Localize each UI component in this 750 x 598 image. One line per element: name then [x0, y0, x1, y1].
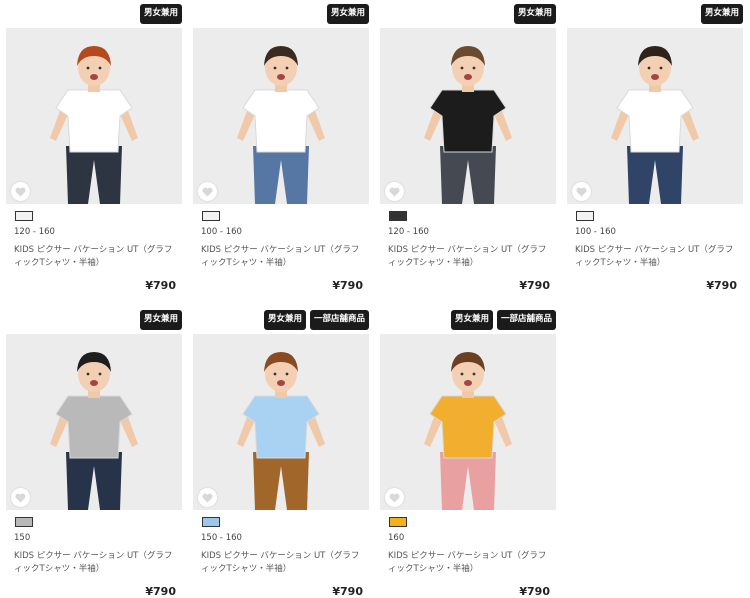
badge-row: 男女兼用	[700, 4, 743, 24]
size-range: 120 - 160	[14, 227, 55, 237]
product-badge: 男女兼用	[139, 310, 182, 330]
product-image[interactable]	[380, 28, 556, 204]
product-image[interactable]	[6, 28, 182, 204]
badge-row: 男女兼用	[139, 310, 182, 330]
child-model-illustration	[6, 28, 182, 204]
color-swatch[interactable]	[202, 211, 220, 221]
child-model-illustration	[193, 334, 369, 510]
product-image[interactable]	[567, 28, 743, 204]
heart-icon	[15, 187, 26, 196]
heart-icon	[15, 493, 26, 502]
product-badge: 男女兼用	[139, 4, 182, 24]
child-model-illustration	[567, 28, 743, 204]
product-badge: 男女兼用	[263, 310, 306, 330]
color-swatch[interactable]	[202, 517, 220, 527]
product-name[interactable]: KIDS ピクサー バケーション UT（グラフィックTシャツ・半袖）	[14, 244, 179, 270]
product-badge: 一部店舗商品	[496, 310, 556, 330]
heart-icon	[576, 187, 587, 196]
product-name[interactable]: KIDS ピクサー バケーション UT（グラフィックTシャツ・半袖）	[201, 244, 366, 270]
size-range: 160	[388, 533, 405, 543]
child-model-illustration	[380, 28, 556, 204]
product-badge: 男女兼用	[513, 4, 556, 24]
product-price: ¥790	[332, 279, 363, 292]
color-swatch[interactable]	[389, 517, 407, 527]
product-price: ¥790	[332, 585, 363, 598]
favorite-button[interactable]	[385, 488, 404, 507]
heart-icon	[202, 187, 213, 196]
size-range: 120 - 160	[388, 227, 429, 237]
badge-row: 男女兼用 一部店舗商品	[263, 310, 369, 330]
color-swatch[interactable]	[576, 211, 594, 221]
favorite-button[interactable]	[385, 182, 404, 201]
size-range: 100 - 160	[201, 227, 242, 237]
product-badge: 一部店舗商品	[309, 310, 369, 330]
size-range: 100 - 160	[575, 227, 616, 237]
product-price: ¥790	[145, 279, 176, 292]
color-swatch[interactable]	[15, 517, 33, 527]
product-name[interactable]: KIDS ピクサー バケーション UT（グラフィックTシャツ・半袖）	[388, 244, 553, 270]
favorite-button[interactable]	[11, 488, 30, 507]
product-name[interactable]: KIDS ピクサー バケーション UT（グラフィックTシャツ・半袖）	[14, 550, 179, 576]
product-name[interactable]: KIDS ピクサー バケーション UT（グラフィックTシャツ・半袖）	[575, 244, 740, 270]
favorite-button[interactable]	[11, 182, 30, 201]
color-swatch[interactable]	[389, 211, 407, 221]
heart-icon	[389, 187, 400, 196]
favorite-button[interactable]	[572, 182, 591, 201]
product-image[interactable]	[193, 28, 369, 204]
size-range: 150 - 160	[201, 533, 242, 543]
badge-row: 男女兼用	[326, 4, 369, 24]
size-range: 150	[14, 533, 31, 543]
product-price: ¥790	[706, 279, 737, 292]
product-price: ¥790	[145, 585, 176, 598]
product-badge: 男女兼用	[700, 4, 743, 24]
heart-icon	[202, 493, 213, 502]
badge-row: 男女兼用	[513, 4, 556, 24]
child-model-illustration	[6, 334, 182, 510]
product-image[interactable]	[380, 334, 556, 510]
badge-row: 男女兼用	[139, 4, 182, 24]
product-price: ¥790	[519, 279, 550, 292]
child-model-illustration	[193, 28, 369, 204]
product-badge: 男女兼用	[450, 310, 493, 330]
badge-row: 男女兼用 一部店舗商品	[450, 310, 556, 330]
product-badge: 男女兼用	[326, 4, 369, 24]
favorite-button[interactable]	[198, 488, 217, 507]
child-model-illustration	[380, 334, 556, 510]
color-swatch[interactable]	[15, 211, 33, 221]
favorite-button[interactable]	[198, 182, 217, 201]
product-image[interactable]	[6, 334, 182, 510]
heart-icon	[389, 493, 400, 502]
product-name[interactable]: KIDS ピクサー バケーション UT（グラフィックTシャツ・半袖）	[388, 550, 553, 576]
product-image[interactable]	[193, 334, 369, 510]
product-price: ¥790	[519, 585, 550, 598]
product-name[interactable]: KIDS ピクサー バケーション UT（グラフィックTシャツ・半袖）	[201, 550, 366, 576]
